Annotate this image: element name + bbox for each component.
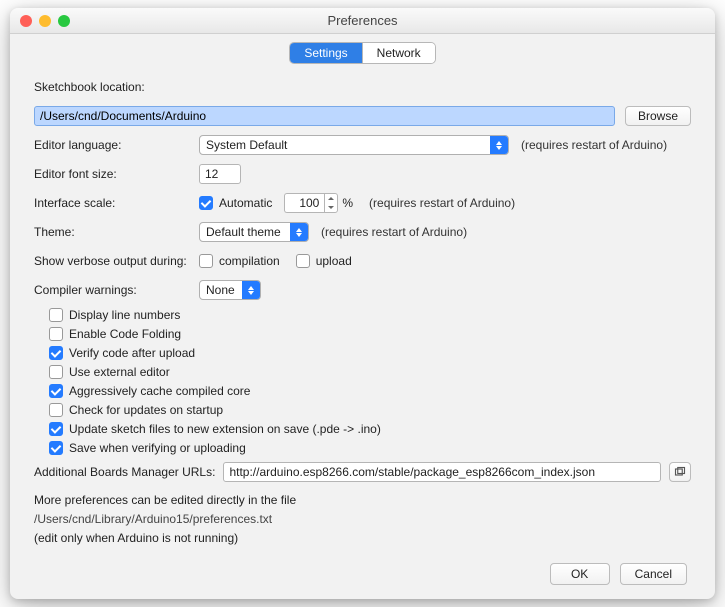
- checkbox-icon: [49, 365, 63, 379]
- window-title: Preferences: [327, 13, 397, 28]
- option-label: Check for updates on startup: [69, 403, 223, 417]
- option-label: Aggressively cache compiled core: [69, 384, 250, 398]
- footer-note: More preferences can be edited directly …: [34, 491, 691, 549]
- upload-label: upload: [316, 254, 352, 268]
- tab-segment: Settings Network: [289, 42, 435, 64]
- cancel-button[interactable]: Cancel: [620, 563, 687, 585]
- titlebar: Preferences: [10, 8, 715, 34]
- theme-label: Theme:: [34, 225, 199, 239]
- boards-url-label: Additional Boards Manager URLs:: [34, 465, 215, 479]
- stepper-buttons[interactable]: [324, 193, 338, 213]
- compilation-checkbox[interactable]: compilation: [199, 254, 280, 268]
- window-controls: [20, 15, 70, 27]
- checkbox-icon: [49, 384, 63, 398]
- ok-button[interactable]: OK: [550, 563, 610, 585]
- editor-language-value: System Default: [200, 138, 490, 152]
- minimize-icon[interactable]: [39, 15, 51, 27]
- preferences-file-path: /Users/cnd/Library/Arduino15/preferences…: [34, 510, 691, 529]
- interface-scale-label: Interface scale:: [34, 196, 199, 210]
- compiler-warnings-value: None: [200, 283, 242, 297]
- checkbox-icon: [49, 422, 63, 436]
- sketchbook-label: Sketchbook location:: [34, 80, 145, 94]
- upload-checkbox[interactable]: upload: [296, 254, 352, 268]
- boards-url-input[interactable]: [223, 462, 661, 482]
- checkbox-icon: [49, 327, 63, 341]
- checkbox-icon: [49, 441, 63, 455]
- automatic-label: Automatic: [219, 196, 272, 210]
- checkbox-icon: [199, 196, 213, 210]
- option-label: Display line numbers: [69, 308, 180, 322]
- browse-button[interactable]: Browse: [625, 106, 691, 126]
- checkbox-icon: [49, 346, 63, 360]
- footer-line-1: More preferences can be edited directly …: [34, 491, 691, 510]
- zoom-icon[interactable]: [58, 15, 70, 27]
- options-checklist: Display line numbers Enable Code Folding V…: [34, 308, 691, 455]
- interface-scale-input[interactable]: [284, 193, 324, 213]
- footer-line-3: (edit only when Arduino is not running): [34, 529, 691, 548]
- boards-url-expand-button[interactable]: [669, 462, 691, 482]
- option-label: Enable Code Folding: [69, 327, 181, 341]
- compilation-label: compilation: [219, 254, 280, 268]
- option-checkbox-0[interactable]: Display line numbers: [49, 308, 691, 322]
- tab-network[interactable]: Network: [362, 43, 435, 63]
- theme-select[interactable]: Default theme: [199, 222, 309, 242]
- tab-settings[interactable]: Settings: [290, 43, 361, 63]
- option-label: Save when verifying or uploading: [69, 441, 246, 455]
- checkbox-icon: [49, 403, 63, 417]
- font-size-input[interactable]: [199, 164, 241, 184]
- option-label: Use external editor: [69, 365, 170, 379]
- checkbox-icon: [49, 308, 63, 322]
- content-area: Sketchbook location: Browse Editor langu…: [10, 70, 715, 585]
- checkbox-icon: [296, 254, 310, 268]
- sketchbook-path-input[interactable]: [34, 106, 615, 126]
- theme-value: Default theme: [200, 225, 290, 239]
- compiler-warnings-label: Compiler warnings:: [34, 283, 199, 297]
- option-checkbox-7[interactable]: Save when verifying or uploading: [49, 441, 691, 455]
- option-checkbox-1[interactable]: Enable Code Folding: [49, 327, 691, 341]
- close-icon[interactable]: [20, 15, 32, 27]
- option-checkbox-6[interactable]: Update sketch files to new extension on …: [49, 422, 691, 436]
- chevron-updown-icon: [290, 223, 308, 241]
- tab-bar: Settings Network: [10, 34, 715, 70]
- preferences-window: Preferences Settings Network Sketchbook …: [10, 8, 715, 599]
- editor-language-label: Editor language:: [34, 138, 199, 152]
- font-size-label: Editor font size:: [34, 167, 199, 181]
- restart-hint-2: (requires restart of Arduino): [369, 196, 515, 210]
- option-checkbox-4[interactable]: Aggressively cache compiled core: [49, 384, 691, 398]
- chevron-updown-icon: [490, 136, 508, 154]
- chevron-updown-icon: [242, 281, 260, 299]
- option-label: Update sketch files to new extension on …: [69, 422, 381, 436]
- compiler-warnings-select[interactable]: None: [199, 280, 261, 300]
- percent-label: %: [342, 196, 353, 210]
- option-checkbox-5[interactable]: Check for updates on startup: [49, 403, 691, 417]
- verbose-label: Show verbose output during:: [34, 254, 199, 268]
- automatic-checkbox[interactable]: Automatic: [199, 196, 272, 210]
- option-checkbox-3[interactable]: Use external editor: [49, 365, 691, 379]
- window-stack-icon: [674, 466, 686, 478]
- option-label: Verify code after upload: [69, 346, 195, 360]
- checkbox-icon: [199, 254, 213, 268]
- restart-hint-3: (requires restart of Arduino): [321, 225, 467, 239]
- interface-scale-stepper[interactable]: [284, 193, 338, 213]
- editor-language-select[interactable]: System Default: [199, 135, 509, 155]
- restart-hint-1: (requires restart of Arduino): [521, 138, 667, 152]
- option-checkbox-2[interactable]: Verify code after upload: [49, 346, 691, 360]
- dialog-buttons: OK Cancel: [34, 563, 691, 585]
